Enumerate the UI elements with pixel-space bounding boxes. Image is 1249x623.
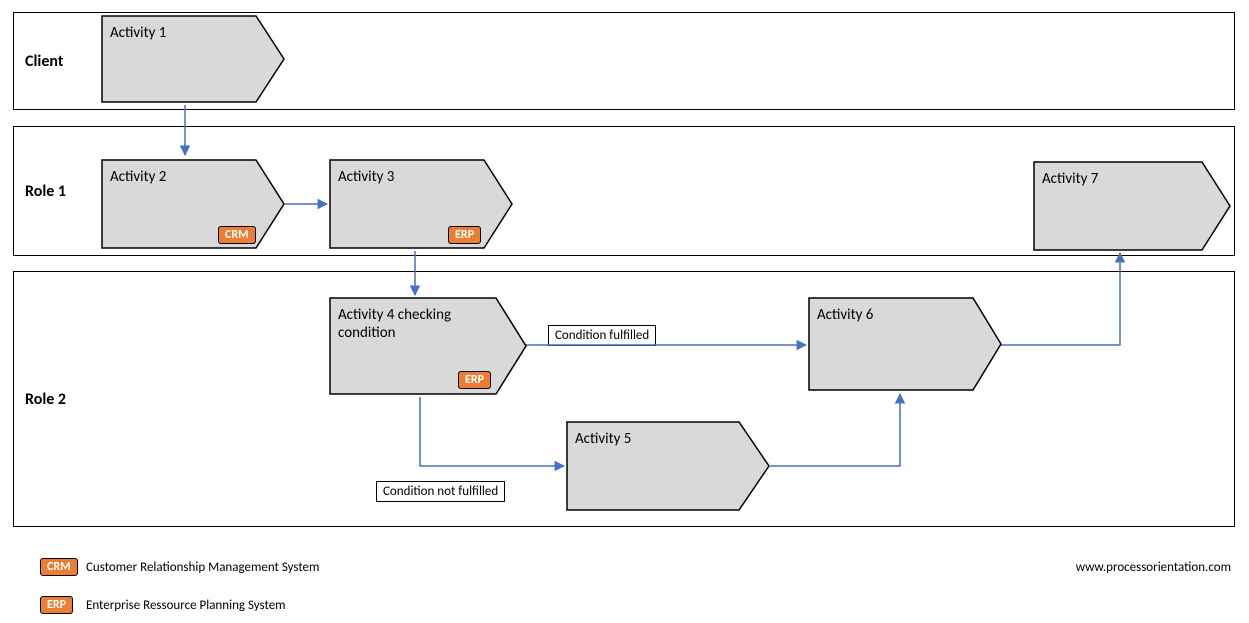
activity-1-label: Activity 1 (110, 24, 258, 42)
activity-4-label: Activity 4 checking condition (338, 306, 492, 342)
activity-4: Activity 4 checking condition ERP (328, 296, 528, 396)
activity-5-label: Activity 5 (575, 430, 743, 448)
activity-3: Activity 3 ERP (328, 158, 514, 250)
activity-6-label: Activity 6 (817, 306, 975, 324)
erp-badge: ERP (458, 371, 491, 389)
activity-1: Activity 1 (100, 14, 286, 104)
activity-2: Activity 2 CRM (100, 158, 286, 250)
activity-7: Activity 7 (1032, 160, 1232, 252)
erp-badge: ERP (448, 226, 481, 244)
activity-2-label: Activity 2 (110, 168, 258, 186)
activity-5: Activity 5 (565, 420, 771, 512)
activity-6: Activity 6 (807, 296, 1003, 392)
crm-badge: CRM (218, 226, 256, 244)
activity-7-label: Activity 7 (1042, 170, 1204, 188)
swimlane-diagram: Client Role 1 Role 2 Activity 1 Ac (0, 0, 1249, 623)
activity-3-label: Activity 3 (338, 168, 486, 186)
